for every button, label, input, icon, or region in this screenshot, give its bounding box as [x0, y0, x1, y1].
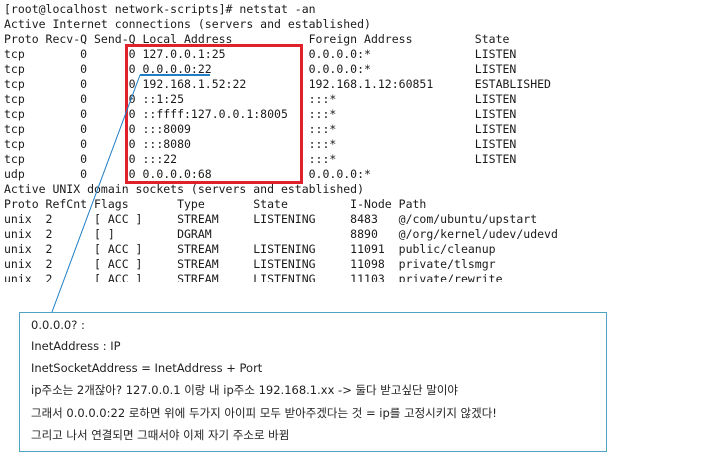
note-line: InetAddress : IP — [31, 339, 121, 353]
terminal-line: Active UNIX domain sockets (servers and … — [4, 182, 365, 196]
terminal-line: unix 2 [ ] DGRAM 8890 @/org/kernel/udev/… — [4, 227, 558, 241]
terminal-line: unix 2 [ ACC ] STREAM LISTENING 8483 @/c… — [4, 212, 538, 226]
terminal-line: Active Internet connections (servers and… — [4, 17, 371, 31]
explanation-note-box: 0.0.0.0? : InetAddress : IP InetSocketAd… — [19, 312, 607, 452]
note-line: 0.0.0.0? : — [31, 318, 85, 332]
terminal-line: unix 2 [ ACC ] STREAM LISTENING 11103 pr… — [4, 272, 503, 282]
terminal-header-line: Proto RefCnt Flags Type State I-Node Pat… — [4, 197, 427, 211]
terminal-output: [root@localhost network-scripts]# netsta… — [0, 0, 701, 282]
wildcard-address-underline — [140, 74, 210, 76]
terminal-line: unix 2 [ ACC ] STREAM LISTENING 11091 pu… — [4, 242, 496, 256]
note-line: 그래서 0.0.0.0:22 로하면 위에 두가지 아이피 모두 받아주겠다는 … — [31, 406, 497, 420]
local-address-highlight-box — [125, 44, 303, 184]
note-line: ip주소는 2개잖아? 127.0.0.1 이랑 내 ip주소 192.168.… — [31, 383, 459, 397]
note-line: InetSocketAddress = InetAddress + Port — [31, 361, 263, 375]
note-line: 그리고 나서 연결되면 그때서야 이제 자기 주소로 바뀜 — [31, 428, 290, 442]
terminal-prompt-line: [root@localhost network-scripts]# netsta… — [4, 2, 316, 16]
terminal-line: unix 2 [ ACC ] STREAM LISTENING 11098 pr… — [4, 257, 496, 271]
